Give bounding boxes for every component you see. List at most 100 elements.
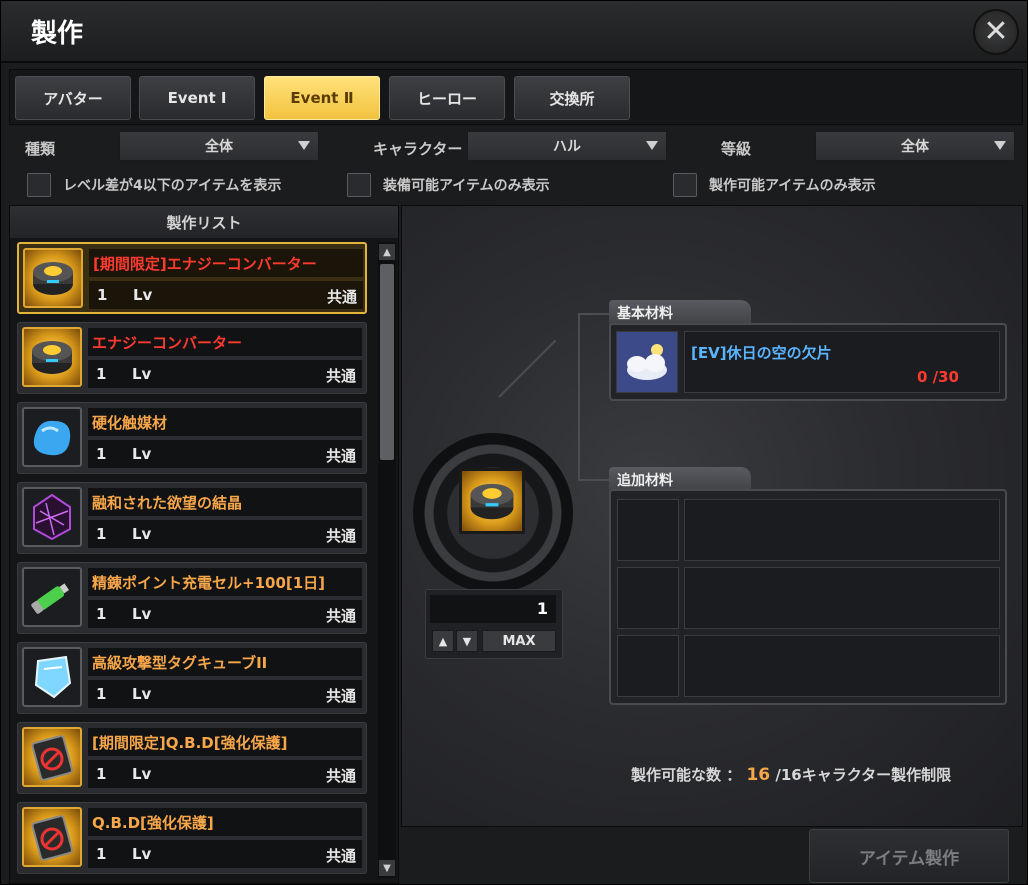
item-level: 1 <box>96 605 107 623</box>
craft-item-button[interactable]: アイテム製作 <box>809 829 1009 883</box>
item-name: [期間限定]Q.B.D[強化保護] <box>88 728 362 756</box>
level-diff-label: レベル差が4以下のアイテムを表示 <box>63 178 282 194</box>
energy-converter-icon <box>459 468 525 534</box>
checkbox-box[interactable] <box>27 173 51 197</box>
item-level-label: Lv <box>132 765 152 783</box>
arrow-up-icon: ▲ <box>438 634 448 648</box>
item-level: 1 <box>96 445 107 463</box>
extra-material-icon-slot[interactable] <box>617 499 679 561</box>
list-item[interactable]: 精錬ポイント充電セル+100[1日] 1 Lv 共通 <box>17 562 367 634</box>
checkbox-box[interactable] <box>347 173 371 197</box>
basic-material-slot[interactable]: [EV]休日の空の欠片 0 /30 <box>684 331 1000 393</box>
scroll-down-icon[interactable]: ▼ <box>379 860 395 876</box>
list-item[interactable]: エナジーコンバーター 1 Lv 共通 <box>17 322 367 394</box>
item-name: 精錬ポイント充電セル+100[1日] <box>88 568 362 596</box>
item-scope: 共通 <box>325 847 356 865</box>
list-item[interactable]: 硬化触媒材 1 Lv 共通 <box>17 402 367 474</box>
extra-material-icon-slot[interactable] <box>617 567 679 629</box>
energy-converter-icon <box>23 248 83 308</box>
grade-select[interactable]: 全体 <box>815 131 1015 161</box>
list-item[interactable]: [期間限定]エナジーコンバーター 1 Lv 共通 <box>17 242 367 314</box>
connector-line <box>578 313 580 481</box>
craftable-only-label: 製作可能アイテムのみ表示 <box>709 178 876 194</box>
equippable-only-checkbox[interactable]: 装備可能アイテムのみ表示 <box>347 172 550 198</box>
item-meta: 1 Lv 共通 <box>88 760 362 788</box>
chevron-down-icon <box>298 141 310 150</box>
close-button[interactable]: ✕ <box>973 9 1019 55</box>
item-level-label: Lv <box>132 365 152 383</box>
ice-cube-icon <box>22 647 82 707</box>
craftable-only-checkbox[interactable]: 製作可能アイテムのみ表示 <box>673 172 876 198</box>
item-scope: 共通 <box>325 527 356 545</box>
decrease-button[interactable]: ▼ <box>456 630 478 652</box>
checkbox-box[interactable] <box>673 173 697 197</box>
scroll-thumb[interactable] <box>380 264 394 460</box>
extra-material-slot[interactable] <box>684 635 1000 697</box>
max-button[interactable]: MAX <box>482 630 556 652</box>
connector-line <box>578 313 610 315</box>
level-diff-checkbox[interactable]: レベル差が4以下のアイテムを表示 <box>27 172 281 198</box>
craftable-count-limit: /16キャラクター製作制限 <box>775 766 952 784</box>
extra-material-slot[interactable] <box>684 499 1000 561</box>
type-select-value: 全体 <box>205 139 233 155</box>
item-name: Q.B.D[強化保護] <box>88 808 362 836</box>
craftable-count-label: 製作可能な数 ： <box>631 766 742 784</box>
item-meta: 1 Lv 共通 <box>88 840 362 868</box>
item-level: 1 <box>96 845 107 863</box>
scroll-up-icon[interactable]: ▲ <box>379 244 395 260</box>
extra-material-slot[interactable] <box>684 567 1000 629</box>
quantity-input[interactable]: 1 <box>430 595 556 623</box>
extra-material-icon-slot[interactable] <box>617 635 679 697</box>
list-item[interactable]: 高級攻撃型タグキューブII 1 Lv 共通 <box>17 642 367 714</box>
material-name: [EV]休日の空の欠片 <box>691 344 832 362</box>
increase-button[interactable]: ▲ <box>432 630 454 652</box>
item-level-label: Lv <box>132 525 152 543</box>
list-item[interactable]: Q.B.D[強化保護] 1 Lv 共通 <box>17 802 367 874</box>
cloud-sky-icon[interactable] <box>616 331 678 393</box>
energy-converter-icon <box>22 327 82 387</box>
character-label: キャラクター <box>373 140 463 158</box>
tab-exchange[interactable]: 交換所 <box>514 76 630 120</box>
arrow-down-icon: ▼ <box>462 634 472 648</box>
item-name: [期間限定]エナジーコンバーター <box>89 249 363 277</box>
item-level-label: Lv <box>132 845 152 863</box>
battery-cell-icon <box>22 567 82 627</box>
item-meta: 1 Lv 共通 <box>88 520 362 548</box>
item-level-label: Lv <box>132 605 152 623</box>
grade-label: 等級 <box>721 140 752 158</box>
item-scope: 共通 <box>325 367 356 385</box>
qbd-shield-icon <box>22 727 82 787</box>
quantity-stepper: 1 ▲ ▼ MAX <box>425 589 563 659</box>
close-icon: ✕ <box>983 14 1009 49</box>
item-meta: 1 Lv 共通 <box>88 600 362 628</box>
tab-hero[interactable]: ヒーロー <box>389 76 505 120</box>
item-level: 1 <box>96 525 107 543</box>
item-scope: 共通 <box>325 687 356 705</box>
craft-list-panel: 製作リスト [期間限定]エナジーコンバーター 1 Lv 共通 エナジーコンバータ… <box>9 205 399 884</box>
item-meta: 1 Lv 共通 <box>89 281 363 309</box>
item-meta: 1 Lv 共通 <box>88 680 362 708</box>
item-meta: 1 Lv 共通 <box>88 440 362 468</box>
craftable-count: 製作可能な数 ： 16 /16キャラクター製作制限 <box>631 764 951 785</box>
item-name: 硬化触媒材 <box>88 408 362 436</box>
item-scope: 共通 <box>325 607 356 625</box>
type-select[interactable]: 全体 <box>119 131 319 161</box>
title-bar[interactable]: 製作 ✕ <box>1 1 1027 63</box>
tab-event-1[interactable]: Event Ⅰ <box>139 76 255 120</box>
list-item[interactable]: [期間限定]Q.B.D[強化保護] 1 Lv 共通 <box>17 722 367 794</box>
material-count: 0 /30 <box>916 368 959 386</box>
item-meta: 1 Lv 共通 <box>88 360 362 388</box>
item-name: 融和された欲望の結晶 <box>88 488 362 516</box>
item-scope: 共通 <box>325 447 356 465</box>
item-level: 1 <box>96 765 107 783</box>
tab-avatar[interactable]: アバター <box>15 76 131 120</box>
window-title: 製作 <box>31 19 84 49</box>
list-item[interactable]: 融和された欲望の結晶 1 Lv 共通 <box>17 482 367 554</box>
list-scrollbar[interactable]: ▲ ▼ <box>378 242 396 878</box>
item-scope: 共通 <box>325 767 356 785</box>
category-tabs: アバター Event Ⅰ Event Ⅱ ヒーロー 交換所 <box>9 69 1023 125</box>
character-select[interactable]: ハル <box>467 131 667 161</box>
item-scope: 共通 <box>326 288 357 306</box>
purple-crystal-icon <box>22 487 82 547</box>
tab-event-2[interactable]: Event Ⅱ <box>264 76 380 120</box>
